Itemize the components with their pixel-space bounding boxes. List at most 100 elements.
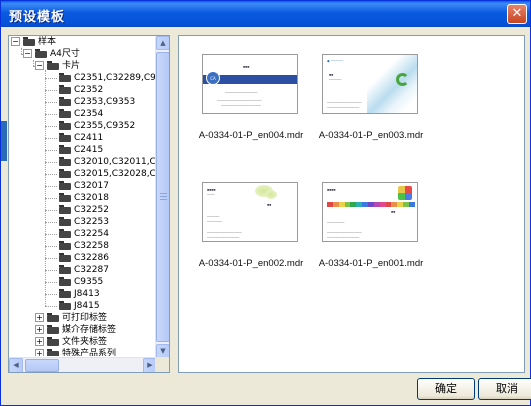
- folder-icon: [59, 193, 71, 202]
- tree-node-item[interactable]: C2352: [59, 84, 103, 96]
- card-thumbnail: ■■■■ ■■ ─────── ────────────── ─────────…: [322, 182, 418, 242]
- tree-node-item[interactable]: C32010,C32011,C: [59, 156, 156, 168]
- tree-node-item[interactable]: C2355,C9352: [59, 120, 135, 132]
- scroll-down-icon[interactable]: ▼: [156, 344, 169, 358]
- scroll-left-icon[interactable]: ◀: [9, 358, 23, 372]
- template-filename: A-0334-01-P_en003.mdr: [318, 130, 424, 141]
- ok-button[interactable]: 确定: [417, 378, 475, 400]
- background-window-edge: [1, 121, 7, 161]
- folder-icon: [59, 253, 71, 262]
- folder-icon: [59, 157, 71, 166]
- tree-node-item[interactable]: C2354: [59, 108, 103, 120]
- folder-icon: [47, 337, 59, 346]
- folder-icon: [59, 265, 71, 274]
- tree-node-category[interactable]: + 特殊产品系列: [35, 348, 116, 356]
- template-filename: A-0334-01-P_en001.mdr: [318, 258, 424, 269]
- tree-node-root[interactable]: − 样本: [11, 36, 56, 48]
- tree-node-label: C9355: [74, 277, 104, 287]
- tree-node-label: C32018: [74, 193, 109, 203]
- tree-node-label: J8415: [74, 301, 100, 311]
- tree-node-item[interactable]: C32253: [59, 216, 109, 228]
- folder-icon: [59, 85, 71, 94]
- tree-node-label: C32017: [74, 181, 109, 191]
- expand-icon[interactable]: +: [35, 349, 44, 356]
- tree-node-item[interactable]: C32258: [59, 240, 109, 252]
- collapse-icon[interactable]: −: [23, 49, 32, 58]
- expand-icon[interactable]: +: [35, 337, 44, 346]
- preset-template-dialog: 预设模板 ✕ − 样本 − A4尺寸 − 卡片 C2351,C32289,C9 C235…: [0, 0, 531, 406]
- tree-node-category[interactable]: + 媒介存储标签: [35, 324, 116, 336]
- folder-icon: [59, 121, 71, 130]
- tree-node-card[interactable]: − 卡片: [35, 60, 80, 72]
- tree-node-item[interactable]: C32015,C32028,C: [59, 168, 156, 180]
- folder-icon: [47, 325, 59, 334]
- template-item[interactable]: ◆ ───── ■■ ───── ────────────── ────────…: [307, 54, 457, 164]
- dialog-title: 预设模板: [9, 10, 66, 25]
- tree-node-category[interactable]: + 可打印标签: [35, 312, 107, 324]
- tree-node-label: C32253: [74, 217, 109, 227]
- tree-content: − 样本 − A4尺寸 − 卡片 C2351,C32289,C9 C2352 C2353,…: [9, 36, 157, 356]
- tree-node-item[interactable]: C2411: [59, 132, 103, 144]
- collapse-icon[interactable]: −: [35, 61, 44, 70]
- scroll-up-icon[interactable]: ▲: [156, 36, 169, 50]
- tree-node-label: C32015,C32028,C: [74, 169, 156, 179]
- tree-node-label: C32252: [74, 205, 109, 215]
- tree-node-label: 媒介存储标签: [62, 325, 117, 335]
- collapse-icon[interactable]: −: [11, 37, 20, 46]
- template-preview-list: CA ■■■ ───────────── ────────────────── …: [178, 35, 525, 373]
- tree-horizontal-scrollbar[interactable]: ◀ ▶: [9, 357, 157, 372]
- folder-icon: [59, 97, 71, 106]
- folder-icon: [59, 73, 71, 82]
- tree-node-label: C32286: [74, 253, 109, 263]
- tree-node-label: C32258: [74, 241, 109, 251]
- template-tree: − 样本 − A4尺寸 − 卡片 C2351,C32289,C9 C2352 C2353,…: [8, 35, 170, 373]
- card-thumbnail: ◆ ───── ■■ ───── ────────────── ────────…: [322, 54, 418, 114]
- tree-node-item[interactable]: C2353,C9353: [59, 96, 135, 108]
- folder-icon: [23, 37, 35, 46]
- tree-node-label: 文件夹标签: [62, 337, 108, 347]
- card-thumbnail: ■■■■ ─── ■■ ───── ────── ────────────── …: [202, 182, 298, 242]
- folder-icon: [59, 301, 71, 310]
- tree-node-item[interactable]: C32286: [59, 252, 109, 264]
- tree-node-label: C2355,C9352: [74, 121, 136, 131]
- tree-node-category[interactable]: + 文件夹标签: [35, 336, 107, 348]
- title-bar[interactable]: 预设模板 ✕: [1, 1, 530, 27]
- folder-icon: [47, 313, 59, 322]
- expand-icon[interactable]: +: [35, 313, 44, 322]
- scroll-thumb[interactable]: [156, 52, 169, 342]
- template-filename: A-0334-01-P_en002.mdr: [198, 258, 304, 269]
- tree-node-label: C32010,C32011,C: [74, 157, 156, 167]
- tree-node-label: J8413: [74, 289, 100, 299]
- template-filename: A-0334-01-P_en004.mdr: [198, 130, 304, 141]
- folder-icon: [59, 133, 71, 142]
- folder-icon: [59, 205, 71, 214]
- expand-icon[interactable]: +: [35, 325, 44, 334]
- tree-node-label: C32287: [74, 265, 109, 275]
- scroll-thumb[interactable]: [25, 359, 59, 372]
- tree-node-item[interactable]: C32018: [59, 192, 109, 204]
- tree-node-item[interactable]: C2351,C32289,C9: [59, 72, 156, 84]
- folder-icon: [59, 289, 71, 298]
- tree-node-item[interactable]: C32254: [59, 228, 109, 240]
- tree-node-item[interactable]: C32017: [59, 180, 109, 192]
- close-icon[interactable]: ✕: [507, 4, 527, 24]
- tree-node-item[interactable]: J8415: [59, 300, 100, 312]
- tree-node-label: 卡片: [62, 61, 81, 71]
- folder-icon: [59, 241, 71, 250]
- tree-node-label: C2354: [74, 109, 104, 119]
- tree-node-item[interactable]: C9355: [59, 276, 103, 288]
- folder-icon: [59, 145, 71, 154]
- tree-node-a4[interactable]: − A4尺寸: [23, 48, 80, 60]
- cancel-button[interactable]: 取消: [478, 378, 531, 400]
- tree-node-item[interactable]: J8413: [59, 288, 100, 300]
- folder-icon: [47, 349, 59, 356]
- folder-icon: [59, 277, 71, 286]
- tree-vertical-scrollbar[interactable]: ▲ ▼: [155, 36, 169, 358]
- tree-node-item[interactable]: C32252: [59, 204, 109, 216]
- folder-icon: [59, 109, 71, 118]
- tree-node-item[interactable]: C2415: [59, 144, 103, 156]
- card-thumbnail: CA ■■■ ───────────── ────────────────── …: [202, 54, 298, 114]
- tree-node-item[interactable]: C32287: [59, 264, 109, 276]
- tree-node-label: 样本: [38, 37, 57, 47]
- template-item[interactable]: ■■■■ ■■ ─────── ────────────── ─────────…: [307, 182, 457, 292]
